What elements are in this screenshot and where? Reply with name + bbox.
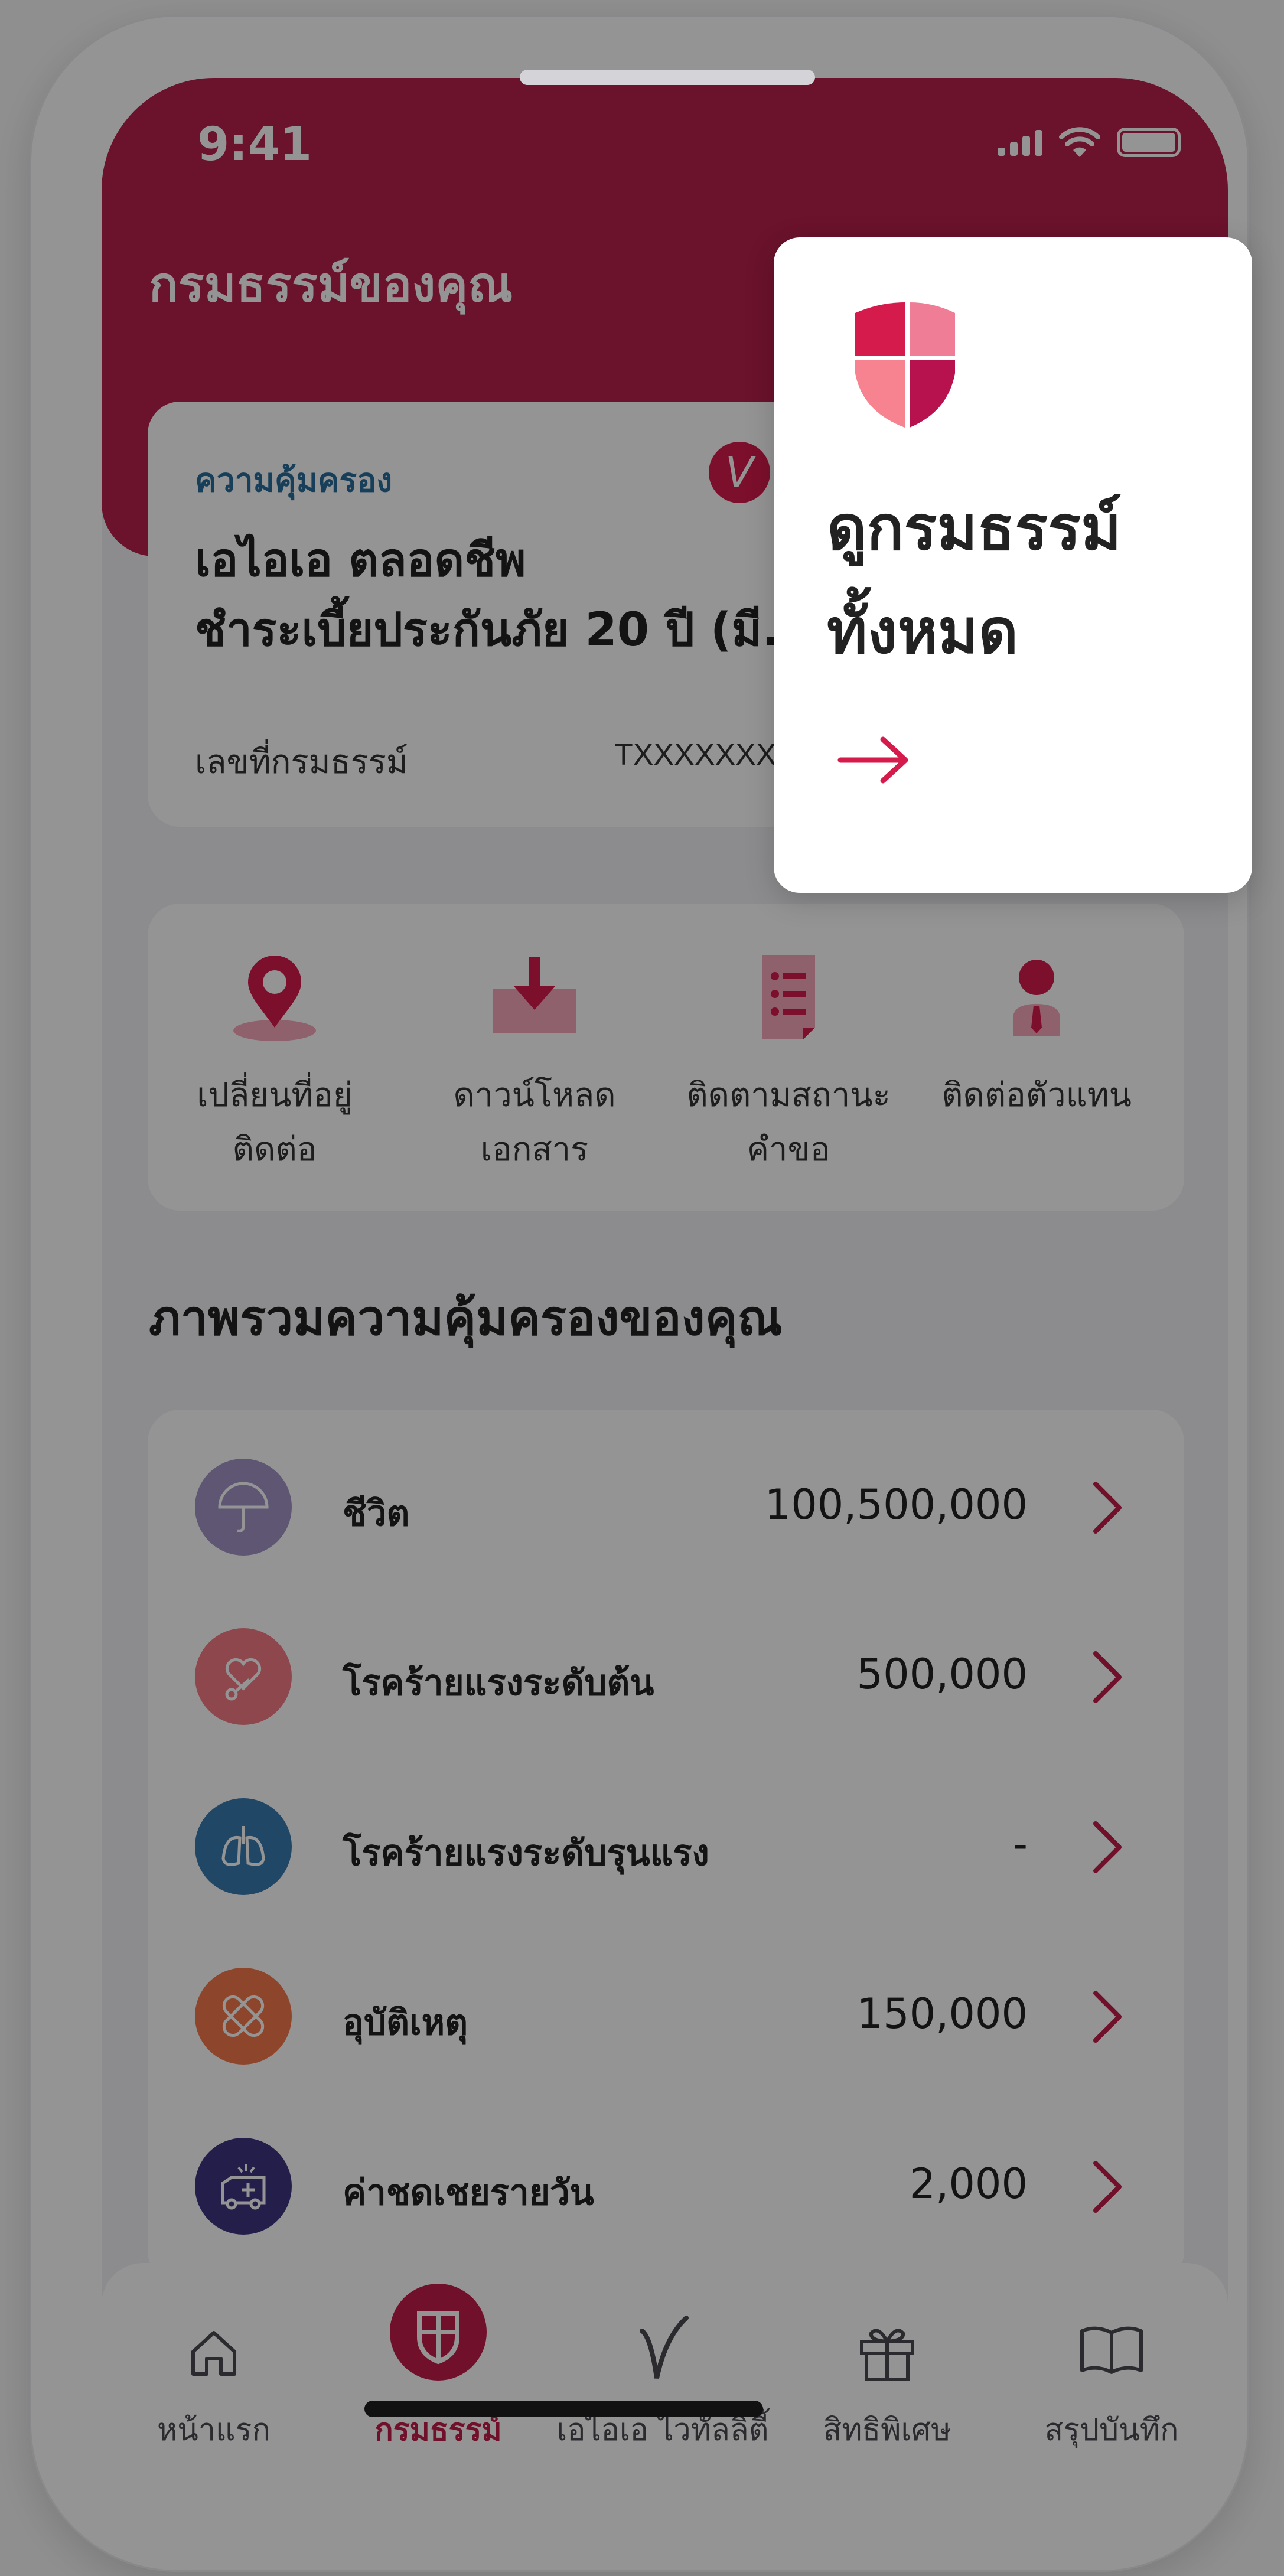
arrow-right-icon[interactable]	[836, 733, 913, 787]
home-indicator	[364, 2401, 763, 2417]
coachmark-line2: ทั้งหมด	[827, 595, 1018, 667]
phone-notch	[520, 70, 815, 85]
coachmark-line1: ดูกรมธรรม์	[827, 492, 1122, 564]
coachmark-text: ดูกรมธรรม์ ทั้งหมด	[827, 477, 1122, 683]
coachmark-card[interactable]: ดูกรมธรรม์ ทั้งหมด	[774, 237, 1252, 893]
aia-shield-logo	[855, 302, 955, 428]
